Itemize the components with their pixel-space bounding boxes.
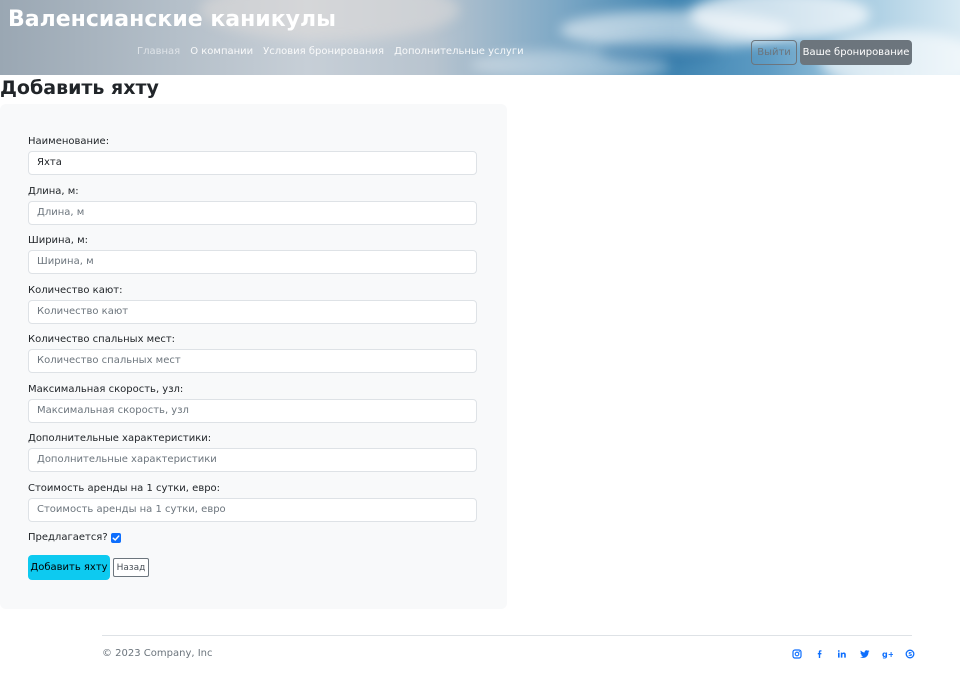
length-input[interactable]: Длина, м (28, 201, 477, 225)
twitter-icon[interactable] (854, 647, 877, 661)
daily-price-input[interactable]: Стоимость аренды на 1 сутки, евро (28, 498, 477, 522)
your-booking-button[interactable]: Ваше бронирование (800, 40, 912, 65)
instagram-icon[interactable] (786, 647, 809, 661)
berths-label: Количество спальных мест: (28, 334, 176, 345)
yacht-name-field: Наименование: Яхта (28, 136, 477, 175)
site-title[interactable]: Валенсианские каникулы (8, 7, 336, 32)
social-links: g+ S (786, 647, 921, 661)
main-nav: Главная О компании Условия бронирования … (137, 46, 524, 57)
back-button[interactable]: Назад (113, 558, 149, 577)
offered-checkbox[interactable] (110, 532, 121, 543)
linkedin-icon[interactable] (831, 647, 854, 661)
skype-icon[interactable]: S (899, 647, 922, 661)
characteristics-input[interactable]: Дополнительные характеристики (28, 448, 477, 472)
header-background-wave (600, 40, 720, 65)
footer-divider (102, 635, 912, 636)
nav-link-about[interactable]: О компании (190, 46, 253, 57)
facebook-icon[interactable] (809, 647, 832, 661)
logout-button[interactable]: Выйти (751, 40, 797, 65)
yacht-name-input[interactable]: Яхта (28, 151, 477, 175)
cabins-field: Количество кают: Количество кают (28, 285, 477, 324)
width-field: Ширина, м: Ширина, м (28, 235, 477, 274)
svg-text:S: S (908, 652, 912, 658)
length-label: Длина, м: (28, 186, 79, 197)
google-plus-icon[interactable]: g+ (876, 647, 899, 661)
characteristics-label: Дополнительные характеристики: (28, 433, 212, 444)
yacht-name-label: Наименование: (28, 136, 110, 147)
max-speed-field: Максимальная скорость, узл: Максимальная… (28, 384, 477, 423)
checkmark-icon (112, 534, 120, 541)
site-header: Валенсианские каникулы Главная О компани… (0, 0, 960, 75)
nav-link-booking-terms[interactable]: Условия бронирования (263, 46, 384, 57)
max-speed-label: Максимальная скорость, узл: (28, 384, 184, 395)
nav-link-home[interactable]: Главная (137, 46, 180, 57)
daily-price-label: Стоимость аренды на 1 сутки, евро: (28, 483, 221, 494)
page-title: Добавить яхту (0, 77, 159, 99)
characteristics-field: Дополнительные характеристики: Дополните… (28, 433, 477, 472)
cabins-label: Количество кают: (28, 285, 123, 296)
width-input[interactable]: Ширина, м (28, 250, 477, 274)
svg-text:g+: g+ (882, 650, 893, 659)
berths-field: Количество спальных мест: Количество спа… (28, 334, 477, 373)
cabins-input[interactable]: Количество кают (28, 300, 477, 324)
berths-input[interactable]: Количество спальных мест (28, 349, 477, 373)
offered-label: Предлагается? (28, 532, 108, 543)
offered-row: Предлагается? (28, 532, 121, 543)
copyright-text: © 2023 Company, Inc (102, 648, 213, 659)
add-yacht-button[interactable]: Добавить яхту (28, 555, 110, 580)
daily-price-field: Стоимость аренды на 1 сутки, евро: Стоим… (28, 483, 477, 522)
length-field: Длина, м: Длина, м (28, 186, 477, 225)
nav-link-extra-services[interactable]: Дополнительные услуги (394, 46, 524, 57)
max-speed-input[interactable]: Максимальная скорость, узл (28, 399, 477, 423)
width-label: Ширина, м: (28, 235, 88, 246)
